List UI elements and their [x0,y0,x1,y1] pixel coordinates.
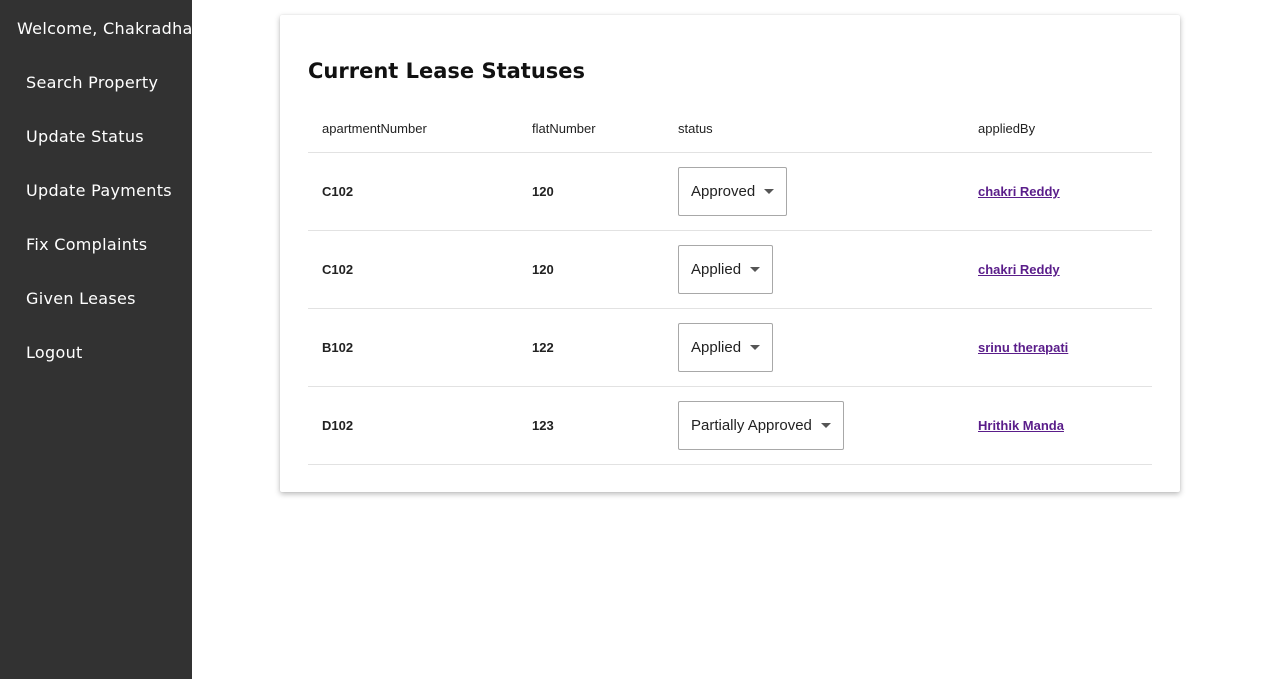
table-row: D102 123 Partially Approved Hrithik Mand… [308,387,1152,465]
sidebar-item-update-status[interactable]: Update Status [26,127,144,146]
page-title: Current Lease Statuses [308,59,586,83]
lease-status-card: Current Lease Statuses apartmentNumber f… [280,15,1180,492]
applicant-link[interactable]: chakri Reddy [978,262,1060,277]
status-select-value: Approved [691,183,756,200]
lease-table: apartmentNumber flatNumber status applie… [308,109,1152,465]
apartment-number-cell: C102 [322,184,354,199]
flat-number-cell: 120 [532,184,554,199]
flat-number-cell: 123 [532,418,554,433]
apartment-number-cell: D102 [322,418,354,433]
sidebar-item-logout[interactable]: Logout [26,343,83,362]
status-select[interactable]: Partially Approved [678,401,844,450]
sidebar: Welcome, Chakradhar Search Property Upda… [0,0,199,679]
column-header-apartment-number: apartmentNumber [322,121,427,136]
sidebar-item-given-leases[interactable]: Given Leases [26,289,136,308]
status-select[interactable]: Applied [678,245,774,294]
sidebar-item-fix-complaints[interactable]: Fix Complaints [26,235,147,254]
chevron-down-icon [750,345,761,350]
applicant-link[interactable]: srinu therapati [978,340,1068,355]
applicant-link[interactable]: Hrithik Manda [978,418,1064,433]
sidebar-item-search-property[interactable]: Search Property [26,73,158,92]
status-select[interactable]: Applied [678,323,774,372]
status-select-value: Applied [691,261,742,278]
column-header-status: status [678,121,713,136]
status-select[interactable]: Approved [678,167,788,216]
applicant-link[interactable]: chakri Reddy [978,184,1060,199]
column-header-flat-number: flatNumber [532,121,596,136]
apartment-number-cell: C102 [322,262,354,277]
chevron-down-icon [750,267,761,272]
status-select-value: Applied [691,339,742,356]
welcome-text: Welcome, Chakradhar [17,19,200,38]
flat-number-cell: 120 [532,262,554,277]
table-row: C102 120 Approved chakri Reddy [308,153,1152,231]
column-header-applied-by: appliedBy [978,121,1036,136]
table-header: apartmentNumber flatNumber status applie… [308,109,1152,153]
sidebar-item-update-payments[interactable]: Update Payments [26,181,172,200]
chevron-down-icon [764,189,775,194]
table-row: B102 122 Applied srinu therapati [308,309,1152,387]
flat-number-cell: 122 [532,340,554,355]
chevron-down-icon [820,423,831,428]
status-select-value: Partially Approved [691,417,812,434]
table-row: C102 120 Applied chakri Reddy [308,231,1152,309]
apartment-number-cell: B102 [322,340,354,355]
